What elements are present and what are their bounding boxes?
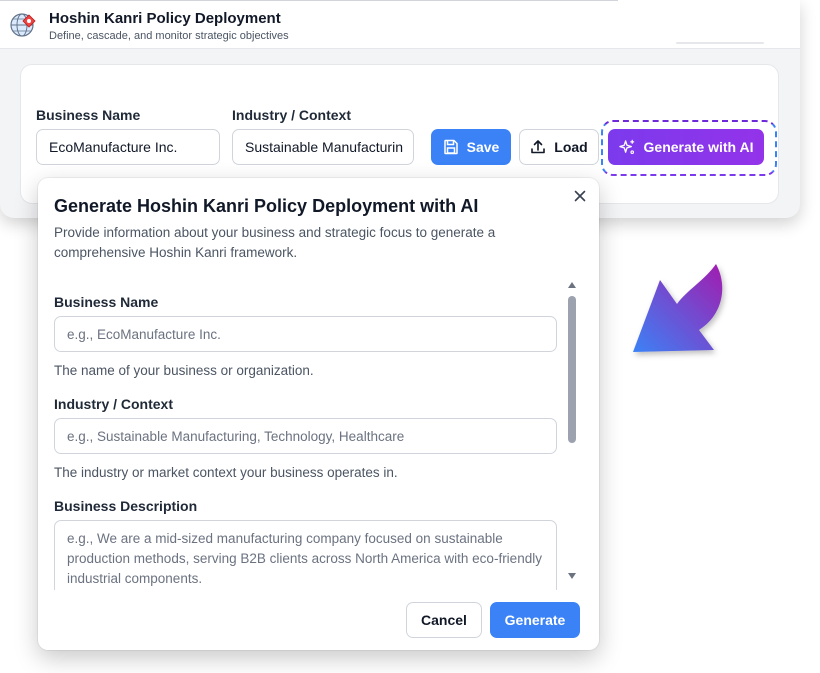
header-divider-stub [676, 42, 764, 44]
scroll-down-icon[interactable] [567, 571, 577, 581]
save-label: Save [466, 139, 500, 155]
save-button[interactable]: Save [431, 129, 511, 165]
generate-button[interactable]: Generate [490, 602, 580, 638]
app-title: Hoshin Kanri Policy Deployment [49, 10, 281, 27]
generate-with-ai-label: Generate with AI [643, 139, 754, 155]
industry-label: Industry / Context [232, 107, 352, 123]
sparkles-icon [618, 139, 634, 154]
generate-ai-dialog: Generate Hoshin Kanri Policy Deployment … [38, 178, 599, 650]
header-top-divider [0, 0, 618, 1]
dialog-industry-input[interactable]: e.g., Sustainable Manufacturing, Technol… [54, 418, 557, 454]
upload-icon [531, 140, 546, 154]
load-label: Load [554, 139, 588, 155]
dialog-scroll-area: Business Name e.g., EcoManufacture Inc. … [38, 280, 599, 590]
app-header: Hoshin Kanri Policy Deployment Define, c… [0, 0, 800, 49]
dialog-description: Provide information about your business … [54, 225, 496, 260]
business-name-label: Business Name [36, 107, 141, 123]
business-name-input[interactable]: EcoManufacture Inc. [36, 129, 220, 165]
pointer-arrow-icon [633, 264, 723, 352]
dialog-business-name-label: Business Name [54, 294, 159, 310]
generate-with-ai-button[interactable]: Generate with AI [608, 129, 764, 165]
industry-input[interactable]: Sustainable Manufacturin [232, 129, 414, 165]
dialog-description-textarea[interactable]: e.g., We are a mid-sized manufacturing c… [54, 520, 557, 590]
globe-pin-icon [10, 13, 36, 37]
dialog-business-name-help: The name of your business or organizatio… [54, 363, 314, 378]
scroll-up-icon[interactable] [567, 280, 577, 290]
dialog-industry-label: Industry / Context [54, 396, 174, 412]
dialog-business-name-input[interactable]: e.g., EcoManufacture Inc. [54, 316, 557, 352]
scrollbar-thumb[interactable] [568, 296, 576, 443]
cancel-button[interactable]: Cancel [406, 602, 482, 638]
dialog-description-label: Business Description [54, 498, 198, 514]
save-icon [443, 139, 458, 155]
dialog-title: Generate Hoshin Kanri Policy Deployment … [54, 196, 479, 216]
app-subtitle: Define, cascade, and monitor strategic o… [49, 30, 289, 42]
dialog-industry-help: The industry or market context your busi… [54, 465, 398, 480]
load-button[interactable]: Load [519, 129, 599, 165]
close-icon[interactable] [572, 188, 588, 204]
